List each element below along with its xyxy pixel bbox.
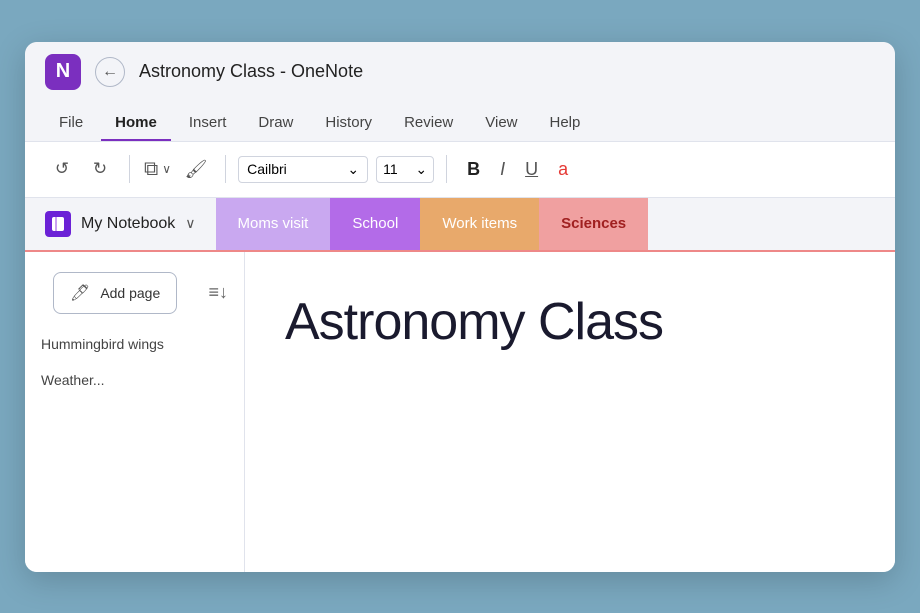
bold-button[interactable]: B (459, 155, 488, 184)
toolbar: ↺ ↻ ⧉ ∨ 🖌 Cailbri ⌄ 11 ⌄ B (25, 142, 895, 198)
tab-work-items[interactable]: Work items (420, 198, 539, 250)
sidebar-header: 🖊 Add page ≡↓ (25, 260, 244, 326)
menu-item-insert[interactable]: Insert (175, 106, 241, 141)
add-page-button[interactable]: 🖊 Add page (53, 272, 177, 314)
tab-moms-visit[interactable]: Moms visit (216, 198, 331, 250)
menu-item-home[interactable]: Home (101, 106, 171, 141)
undo-button[interactable]: ↺ (45, 152, 79, 186)
sort-icon[interactable]: ≡↓ (208, 282, 228, 303)
notebook-bar: My Notebook ∨ Moms visit School Work ite… (25, 198, 895, 252)
notebook-selector[interactable]: My Notebook ∨ (45, 211, 216, 237)
toolbar-divider-2 (225, 155, 226, 183)
window-title: Astronomy Class - OneNote (139, 61, 363, 82)
undo-redo-group: ↺ ↻ (45, 152, 117, 186)
clipboard-icon-btn[interactable]: ⧉ (142, 152, 160, 186)
font-size-select[interactable]: 11 ⌄ (376, 156, 434, 183)
add-page-icon: 🖊 (70, 283, 90, 303)
title-bar: N ← Astronomy Class - OneNote (25, 42, 895, 102)
menu-item-help[interactable]: Help (536, 106, 595, 141)
format-group: B I U a (459, 155, 576, 184)
list-item[interactable]: Weather... (25, 362, 244, 398)
clipboard-chevron[interactable]: ∨ (162, 162, 171, 176)
notebook-icon (45, 211, 71, 237)
onenote-window: N ← Astronomy Class - OneNote FileHomeIn… (25, 42, 895, 572)
toolbar-divider-1 (129, 155, 130, 183)
section-tabs: Moms visit School Work items Sciences (216, 198, 649, 250)
menu-item-draw[interactable]: Draw (244, 106, 307, 141)
content-area: 🖊 Add page ≡↓ Hummingbird wings Weather.… (25, 252, 895, 572)
menu-item-history[interactable]: History (311, 106, 386, 141)
font-family-select[interactable]: Cailbri ⌄ (238, 156, 368, 183)
tab-sciences[interactable]: Sciences (539, 198, 648, 250)
main-content: Astronomy Class (245, 252, 895, 572)
onenote-app-icon: N (45, 54, 81, 90)
paint-button[interactable]: 🖌 (179, 152, 213, 186)
menu-bar: FileHomeInsertDrawHistoryReviewViewHelp (25, 102, 895, 142)
notebook-chevron-icon: ∨ (185, 215, 195, 232)
notebook-name-label: My Notebook (81, 215, 175, 233)
italic-button[interactable]: I (492, 155, 513, 184)
redo-button[interactable]: ↻ (83, 152, 117, 186)
tab-school[interactable]: School (330, 198, 420, 250)
list-item[interactable]: Hummingbird wings (25, 326, 244, 362)
sidebar: 🖊 Add page ≡↓ Hummingbird wings Weather.… (25, 252, 245, 572)
menu-item-file[interactable]: File (45, 106, 97, 141)
paint-icon: 🖌 (185, 159, 208, 180)
font-size-chevron-icon: ⌄ (415, 161, 427, 178)
menu-item-view[interactable]: View (471, 106, 531, 141)
clipboard-button[interactable]: ⧉ ∨ (142, 152, 171, 186)
page-title: Astronomy Class (285, 292, 855, 352)
add-page-label: Add page (100, 285, 160, 301)
menu-item-review[interactable]: Review (390, 106, 467, 141)
underline-button[interactable]: U (517, 155, 546, 184)
font-chevron-icon: ⌄ (347, 161, 359, 178)
toolbar-divider-3 (446, 155, 447, 183)
back-button[interactable]: ← (95, 57, 125, 87)
font-color-button[interactable]: a (550, 155, 576, 184)
